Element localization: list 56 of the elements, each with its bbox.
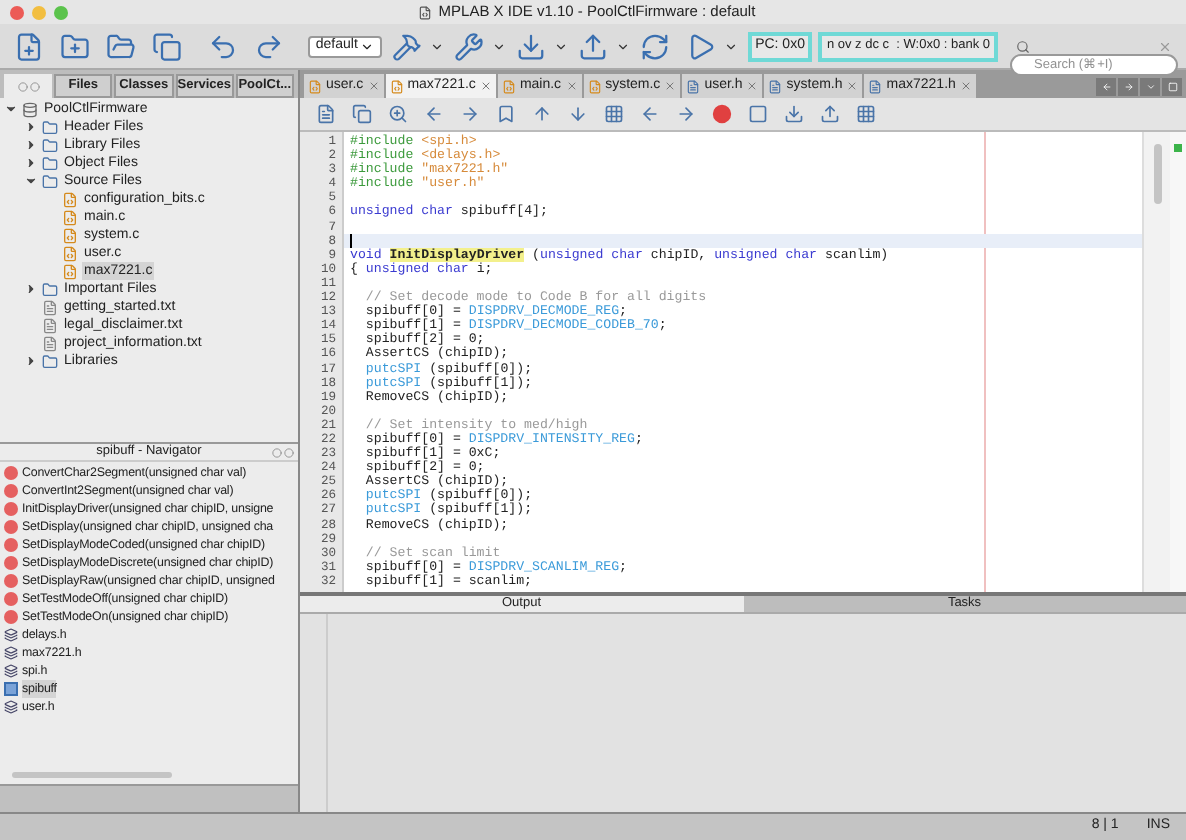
caret-icon[interactable] xyxy=(615,39,630,53)
scrollbar-thumb[interactable] xyxy=(1153,144,1161,204)
include-icon xyxy=(4,664,18,678)
close-icon[interactable] xyxy=(746,80,759,92)
expand-arrow-icon[interactable] xyxy=(24,174,38,188)
expand-arrow-icon[interactable] xyxy=(24,138,38,152)
expand-arrow-icon[interactable] xyxy=(24,156,38,170)
left-arrow-icon xyxy=(1101,82,1111,92)
include-icon xyxy=(4,628,18,642)
project-icon xyxy=(22,101,38,117)
caret-icon[interactable] xyxy=(491,39,506,53)
close-icon[interactable] xyxy=(664,80,677,92)
folder-icon xyxy=(42,281,58,297)
folder-icon xyxy=(42,353,58,369)
close-icon[interactable] xyxy=(479,80,492,92)
close-icon[interactable] xyxy=(565,80,578,92)
right-arrow-icon xyxy=(1123,82,1133,92)
document-icon xyxy=(418,5,433,19)
text-cursor xyxy=(350,233,352,248)
header-file-icon xyxy=(868,79,883,93)
variable-icon xyxy=(4,682,18,696)
status-ok-marker xyxy=(1174,144,1182,152)
source-file-icon xyxy=(308,79,322,93)
stop-icon[interactable] xyxy=(744,101,772,127)
caret-icon xyxy=(359,39,374,53)
include-icon xyxy=(4,646,18,660)
header-file-icon xyxy=(686,79,701,93)
upload-icon[interactable] xyxy=(816,101,844,127)
caret-icon[interactable] xyxy=(553,39,568,53)
expand-arrow-icon[interactable] xyxy=(24,120,38,134)
record-icon[interactable] xyxy=(708,101,736,127)
find-icon[interactable] xyxy=(384,101,412,127)
source-file-icon xyxy=(501,79,516,93)
caret-icon[interactable] xyxy=(429,39,444,53)
close-window-button[interactable] xyxy=(10,5,24,19)
maximize-button[interactable] xyxy=(1162,78,1182,96)
scroll-tabs-right-button[interactable] xyxy=(1118,78,1138,96)
expand-arrow-icon[interactable] xyxy=(24,282,38,296)
scrollbar-thumb[interactable] xyxy=(12,772,172,778)
include-icon xyxy=(4,700,18,714)
close-icon[interactable] xyxy=(367,80,380,92)
scroll-tabs-left-button[interactable] xyxy=(1096,78,1116,96)
header-file-icon xyxy=(768,79,783,93)
expand-arrow-icon[interactable] xyxy=(24,354,38,368)
expand-arrow-icon[interactable] xyxy=(4,102,18,116)
caret-icon[interactable] xyxy=(723,39,738,53)
source-file-icon xyxy=(587,79,602,93)
close-icon[interactable] xyxy=(959,80,972,92)
grid-icon[interactable] xyxy=(600,101,628,127)
square-icon xyxy=(1167,82,1177,92)
download-icon[interactable] xyxy=(780,101,808,127)
search-icon xyxy=(1016,39,1030,53)
close-icon[interactable] xyxy=(846,80,859,92)
source-file-icon xyxy=(389,79,404,93)
clear-icon[interactable] xyxy=(1158,39,1172,53)
caret-icon xyxy=(1145,82,1155,92)
